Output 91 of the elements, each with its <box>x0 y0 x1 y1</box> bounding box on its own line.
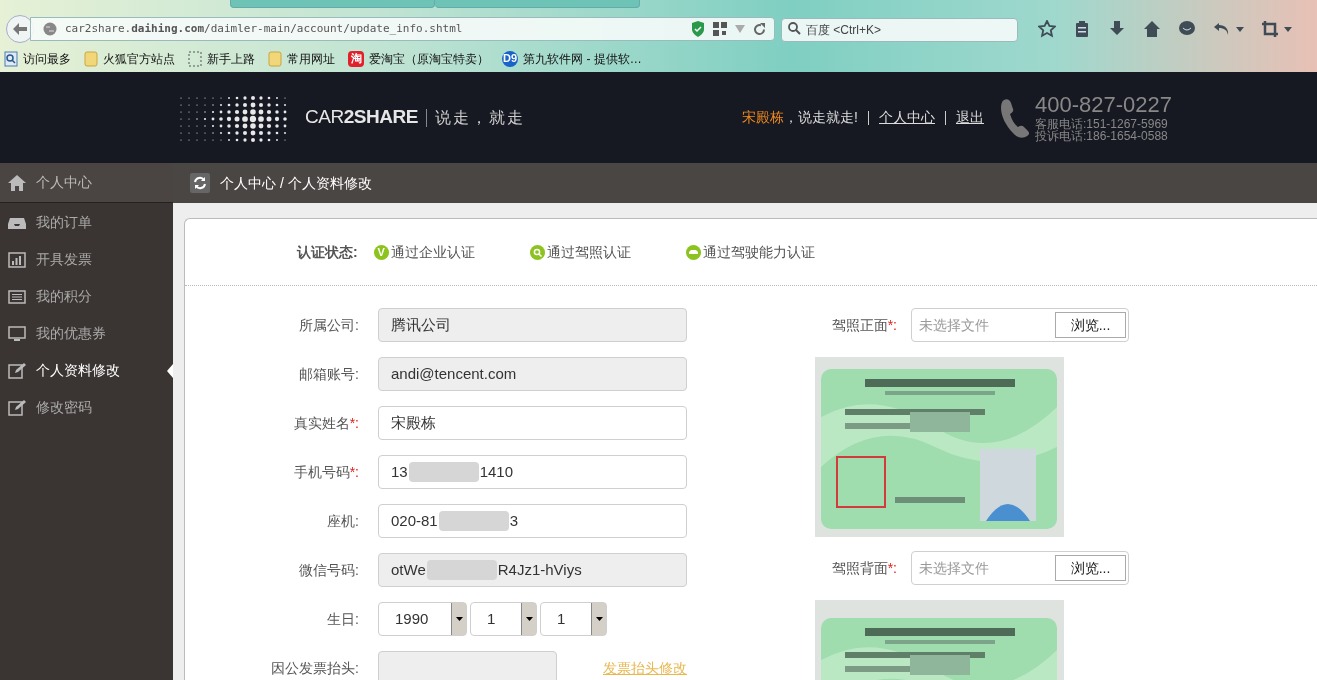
text-field[interactable]: 13 1410 <box>378 455 687 489</box>
logo-wordmark: CAR2SHARE <box>305 105 418 130</box>
site-icon: 淘 <box>348 50 364 67</box>
browse-button[interactable]: 浏览... <box>1055 555 1126 581</box>
required-mark: *: <box>349 413 359 433</box>
username: 宋殿栋 <box>742 108 785 127</box>
site-icon: D9 <box>502 50 519 67</box>
required-mark: *: <box>887 315 897 335</box>
greeting-text: ，说走就走! <box>784 108 858 127</box>
sidebar-item[interactable]: 开具发票 <box>0 241 173 278</box>
caret-icon <box>525 617 533 621</box>
caret-icon <box>595 617 603 621</box>
search-page-icon <box>4 50 18 67</box>
certification-label: 认证状态: <box>297 242 358 262</box>
field-label: 邮箱账号: <box>299 364 359 384</box>
address-bar[interactable]: car2share.daihing.com/daimler-main/account/update_info.shtml <box>30 17 775 41</box>
sidebar-item[interactable]: 我的订单 <box>0 204 173 241</box>
header-link[interactable]: 退出 <box>956 107 984 128</box>
edit-icon <box>8 361 26 380</box>
breadcrumb: 个人中心 / 个人资料修改 <box>220 173 372 193</box>
dropdown-icon[interactable] <box>1284 26 1292 32</box>
text-field[interactable]: 020-81 3 <box>378 504 687 538</box>
field-label: 所属公司: <box>299 315 359 335</box>
folder-icon <box>84 50 98 67</box>
blank-page-icon <box>188 50 202 67</box>
download-icon[interactable] <box>1108 20 1126 38</box>
bookmark-link[interactable]: 访问最多 <box>4 49 71 68</box>
home-icon <box>8 174 26 191</box>
bookmark-link[interactable]: 新手上路 <box>188 49 255 68</box>
caret-icon <box>455 617 463 621</box>
certification-status: 通过驾驶能力认证 <box>702 242 815 262</box>
monitor-icon <box>8 324 26 343</box>
text-field[interactable]: otWe R4Jz1-hViys <box>378 553 687 587</box>
certification-status: 通过企业认证 <box>390 242 475 262</box>
verified-badge-icon: V <box>373 244 389 260</box>
bookmark-link[interactable]: 常用网址 <box>268 49 335 68</box>
dropdown-icon[interactable] <box>1236 26 1244 32</box>
search-icon <box>788 22 801 35</box>
field-label: 微信号码: <box>299 560 359 580</box>
select-field[interactable]: 1 <box>540 602 607 636</box>
select-field[interactable]: 1 <box>470 602 537 636</box>
star-icon[interactable] <box>1038 20 1056 38</box>
hotline-number: 400-827-0227 <box>1035 93 1172 116</box>
field-label: 座机: <box>327 511 359 531</box>
car-badge-icon <box>685 244 701 260</box>
phone-icon <box>998 97 1030 138</box>
field-label: 驾照背面 <box>831 558 888 578</box>
certification-status: 通过驾照认证 <box>546 242 631 262</box>
bookmark-link[interactable]: 淘 爱淘宝（原淘宝特卖） <box>348 49 489 68</box>
field-label: 驾照正面 <box>831 315 888 335</box>
select-field[interactable]: 1990 <box>378 602 467 636</box>
service-phone: 客服电话:151-1267-5969 <box>1035 117 1169 130</box>
browse-button[interactable]: 浏览... <box>1055 312 1126 338</box>
bookmark-link[interactable]: D9 第九软件网 - 提供软… <box>502 49 642 68</box>
edit-icon <box>8 398 26 417</box>
sidebar-item[interactable]: 修改密码 <box>0 389 173 426</box>
home-icon[interactable] <box>1143 20 1161 38</box>
header-link[interactable]: 个人中心 <box>879 107 935 128</box>
sidebar-item[interactable]: 我的优惠券 <box>0 315 173 352</box>
required-mark: *: <box>349 462 359 482</box>
field-label: 生日: <box>327 609 359 629</box>
globe-icon <box>43 22 57 36</box>
text-field[interactable]: 腾讯公司 <box>378 308 687 342</box>
chat-face-icon[interactable] <box>1178 20 1196 38</box>
list-icon <box>8 287 26 306</box>
crop-icon[interactable] <box>1261 20 1279 38</box>
shield-icon[interactable] <box>691 21 705 37</box>
text-field[interactable] <box>378 651 557 680</box>
text-field[interactable]: andi@tencent.com <box>378 357 687 391</box>
file-input[interactable]: 未选择文件 浏览... <box>911 308 1129 342</box>
field-label: 真实姓名 <box>293 413 350 433</box>
required-mark: *: <box>887 558 897 578</box>
back-arrow-icon <box>13 23 27 35</box>
reload-icon[interactable] <box>753 22 766 36</box>
slogan: 说走，就走 <box>434 107 525 128</box>
folder-icon <box>268 50 282 67</box>
clipboard-icon[interactable] <box>1073 20 1091 38</box>
search-badge-icon <box>529 244 545 260</box>
sidebar-title: 个人中心 <box>36 173 92 192</box>
search-field[interactable]: 百度 <Ctrl+K> <box>781 18 1018 42</box>
bar-chart-icon <box>8 250 26 269</box>
url-text: car2share.daihing.com/daimler-main/account/update_info.shtml <box>65 20 464 37</box>
complaint-phone: 投诉电话:186-1654-0588 <box>1035 129 1169 142</box>
text-field[interactable]: 宋殿栋 <box>378 406 687 440</box>
file-input[interactable]: 未选择文件 浏览... <box>911 551 1129 585</box>
bookmark-link[interactable]: 火狐官方站点 <box>84 49 175 68</box>
sidebar-item[interactable]: 我的积分 <box>0 278 173 315</box>
field-label: 手机号码 <box>293 462 350 482</box>
refresh-icon[interactable] <box>190 173 210 193</box>
qr-code-icon[interactable] <box>713 22 727 36</box>
field-label: 因公发票抬头: <box>271 658 359 678</box>
